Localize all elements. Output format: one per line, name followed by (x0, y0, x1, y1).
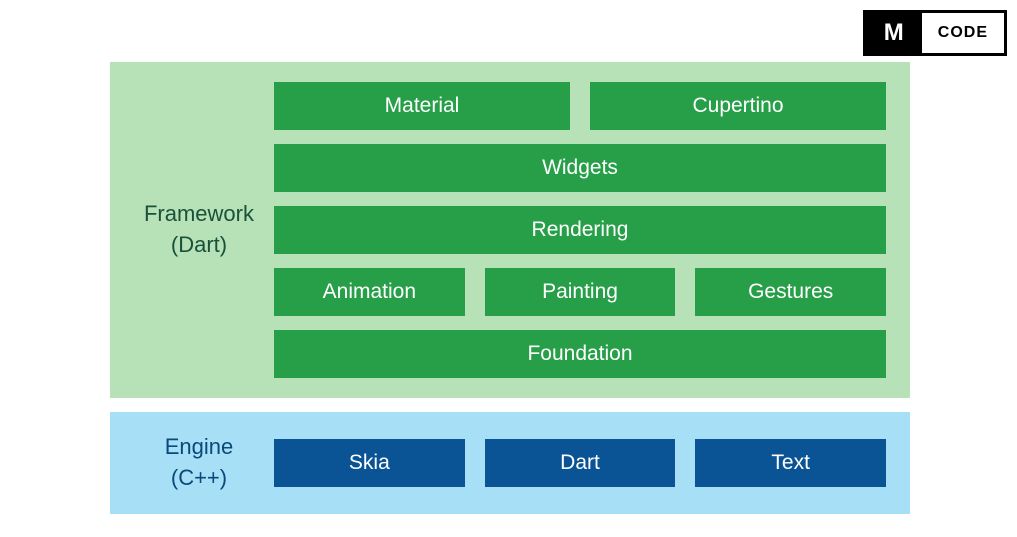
architecture-diagram: Framework (Dart) Material Cupertino Widg… (110, 62, 910, 514)
framework-label-title: Framework (144, 201, 254, 226)
engine-section: Engine (C++) Skia Dart Text (110, 412, 910, 514)
engine-label-sub: (C++) (171, 465, 227, 490)
logo-letter: M (866, 13, 922, 53)
block-skia: Skia (274, 439, 465, 487)
block-foundation: Foundation (274, 330, 886, 378)
framework-row: Rendering (274, 206, 886, 254)
framework-row: Animation Painting Gestures (274, 268, 886, 316)
framework-row: Material Cupertino (274, 82, 886, 130)
block-animation: Animation (274, 268, 465, 316)
framework-content: Material Cupertino Widgets Rendering Ani… (274, 82, 886, 378)
block-dart: Dart (485, 439, 676, 487)
block-gestures: Gestures (695, 268, 886, 316)
block-widgets: Widgets (274, 144, 886, 192)
framework-label-sub: (Dart) (171, 232, 227, 257)
block-text: Text (695, 439, 886, 487)
engine-content: Skia Dart Text (274, 439, 886, 487)
engine-label: Engine (C++) (124, 432, 274, 494)
engine-label-title: Engine (165, 434, 234, 459)
framework-row: Foundation (274, 330, 886, 378)
logo-badge: M CODE (863, 10, 1007, 56)
engine-row: Skia Dart Text (274, 439, 886, 487)
framework-label: Framework (Dart) (124, 199, 274, 261)
block-rendering: Rendering (274, 206, 886, 254)
framework-section: Framework (Dart) Material Cupertino Widg… (110, 62, 910, 398)
block-material: Material (274, 82, 570, 130)
framework-row: Widgets (274, 144, 886, 192)
block-painting: Painting (485, 268, 676, 316)
block-cupertino: Cupertino (590, 82, 886, 130)
logo-text: CODE (922, 24, 1004, 42)
